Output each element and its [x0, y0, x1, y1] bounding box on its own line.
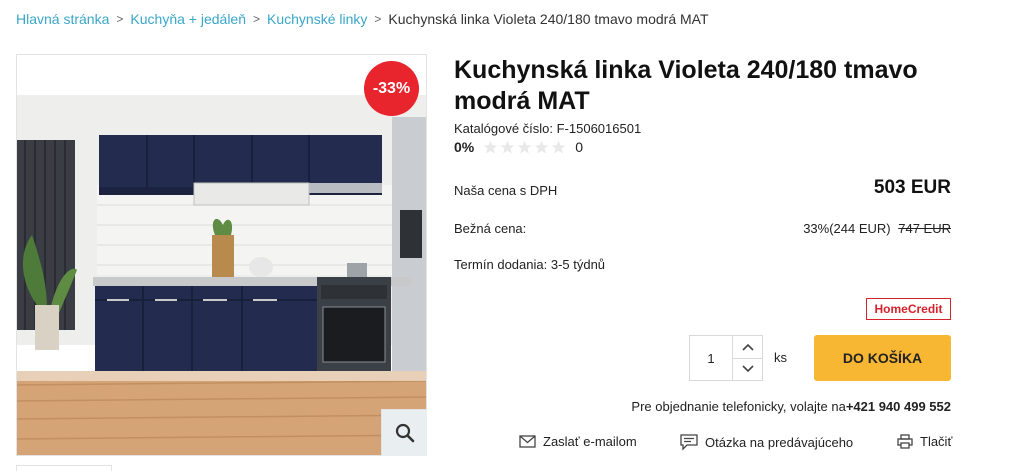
phone-number[interactable]: +421 940 499 552 — [846, 399, 951, 414]
catalog-number: Katalógové číslo: F-1506016501 — [454, 121, 642, 136]
email-action-label: Zaslať e-mailom — [543, 434, 637, 449]
quantity-decrease-button[interactable] — [733, 359, 762, 381]
question-action-label: Otázka na predávajúceho — [705, 435, 854, 450]
product-title: Kuchynská linka Violeta 240/180 tmavo mo… — [454, 56, 918, 115]
question-action[interactable]: Otázka na predávajúceho — [680, 434, 853, 451]
breadcrumb-separator: > — [116, 12, 124, 26]
quantity-unit: ks — [774, 350, 787, 365]
search-icon — [395, 423, 414, 443]
phone-order-text: Pre objednanie telefonicky, volajte na — [631, 399, 846, 414]
discount-badge: -33% — [364, 61, 419, 116]
star-icon — [483, 140, 498, 153]
rating-percent: 0% — [454, 139, 475, 155]
star-icon — [500, 140, 515, 153]
breadcrumb-kitchen-dining[interactable]: Kuchyňa + jedáleň — [130, 11, 246, 27]
rating-count: 0 — [575, 139, 584, 155]
homecredit-badge[interactable]: HomeCredit — [866, 298, 951, 320]
breadcrumb-separator: > — [253, 12, 261, 26]
saving-amount: 33%(244 EUR) — [803, 221, 891, 236]
thumbnail[interactable] — [16, 465, 112, 471]
breadcrumb: Hlavná stránka > Kuchyňa + jedáleň > Kuc… — [16, 11, 709, 27]
breadcrumb-current: Kuchynská linka Violeta 240/180 tmavo mo… — [388, 11, 709, 27]
delivery-time: Termín dodania: 3-5 týdnů — [454, 257, 606, 272]
print-action-label: Tlačiť — [920, 434, 953, 449]
rating: 0% 0 — [454, 139, 583, 155]
envelope-icon — [519, 435, 536, 448]
printer-icon — [897, 434, 913, 449]
quantity-increase-button[interactable] — [733, 336, 762, 359]
normal-price: 33%(244 EUR) 747 EUR — [803, 221, 951, 236]
phone-order: Pre objednanie telefonicky, volajte na+4… — [631, 399, 951, 414]
chevron-down-icon — [741, 365, 754, 373]
star-icon — [534, 140, 549, 153]
breadcrumb-separator: > — [374, 12, 382, 26]
star-icon — [517, 140, 532, 153]
print-action[interactable]: Tlačiť — [897, 434, 952, 449]
email-action[interactable]: Zaslať e-mailom — [519, 434, 637, 449]
quantity-input[interactable] — [690, 336, 732, 380]
product-image[interactable] — [16, 54, 427, 456]
add-to-cart-button[interactable]: DO KOŠÍKA — [814, 335, 951, 381]
our-price-label: Naša cena s DPH — [454, 183, 558, 198]
quantity-stepper — [689, 335, 763, 381]
zoom-button[interactable] — [381, 409, 427, 456]
our-price: 503 EUR — [873, 177, 951, 198]
star-icon — [551, 140, 566, 153]
normal-price-label: Bežná cena: — [454, 221, 527, 236]
chat-icon — [680, 434, 698, 451]
chevron-up-icon — [741, 343, 754, 351]
old-price: 747 EUR — [898, 221, 951, 236]
breadcrumb-home[interactable]: Hlavná stránka — [16, 11, 109, 27]
rating-stars[interactable] — [483, 140, 566, 155]
breadcrumb-kitchen-units[interactable]: Kuchynské linky — [267, 11, 367, 27]
kitchen-photo — [17, 55, 426, 455]
